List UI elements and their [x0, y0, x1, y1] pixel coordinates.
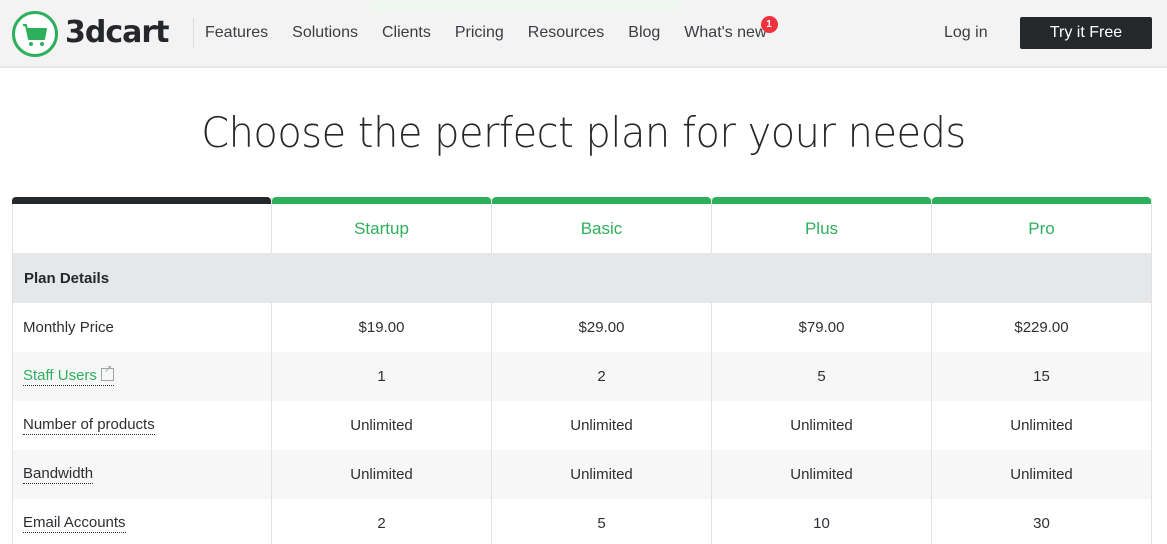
- try-it-free-button[interactable]: Try it Free: [1020, 17, 1152, 49]
- login-link[interactable]: Log in: [944, 24, 988, 42]
- table-cell: 5: [712, 352, 932, 401]
- main-nav: Features Solutions Clients Pricing Resou…: [205, 16, 778, 42]
- table-cell: Unlimited: [712, 401, 932, 450]
- plan-header-basic: Basic: [492, 197, 712, 253]
- table-cell: Unlimited: [932, 401, 1152, 450]
- staff-users-link[interactable]: Staff Users: [23, 364, 114, 386]
- row-label-text: Staff Users: [23, 367, 97, 384]
- nav-divider: [193, 18, 194, 48]
- logo[interactable]: 3dcart: [12, 11, 170, 57]
- table-row: Bandwidth Unlimited Unlimited Unlimited …: [12, 450, 1152, 499]
- header-strip: [370, 0, 682, 13]
- row-label-tooltip[interactable]: Number of products: [23, 416, 155, 435]
- table-row: Staff Users 1 2 5 15: [12, 352, 1152, 401]
- row-label: Email Accounts: [12, 499, 272, 544]
- plan-header-pro: Pro: [932, 197, 1152, 253]
- table-cell: $229.00: [932, 303, 1152, 352]
- nav-resources[interactable]: Resources: [528, 24, 604, 42]
- table-cell: Unlimited: [272, 450, 492, 499]
- table-cell: 15: [932, 352, 1152, 401]
- table-cell: Unlimited: [712, 450, 932, 499]
- nav-solutions[interactable]: Solutions: [292, 24, 358, 42]
- row-label: Monthly Price: [12, 303, 272, 352]
- plan-header-plus: Plus: [712, 197, 932, 253]
- logo-wordmark: 3dcart: [65, 14, 170, 50]
- table-cell: $29.00: [492, 303, 712, 352]
- notification-badge: 1: [760, 16, 778, 33]
- site-header: 3dcart Features Solutions Clients Pricin…: [0, 0, 1167, 68]
- table-cell: Unlimited: [932, 450, 1152, 499]
- plan-header-row: Startup Basic Plus Pro: [12, 197, 1152, 253]
- table-cell: 5: [492, 499, 712, 544]
- table-cell: Unlimited: [272, 401, 492, 450]
- table-row: Monthly Price $19.00 $29.00 $79.00 $229.…: [12, 303, 1152, 352]
- row-label: Number of products: [12, 401, 272, 450]
- table-cell: Unlimited: [492, 401, 712, 450]
- row-label: Bandwidth: [12, 450, 272, 499]
- table-cell: 2: [272, 499, 492, 544]
- table-cell: 10: [712, 499, 932, 544]
- table-row: Number of products Unlimited Unlimited U…: [12, 401, 1152, 450]
- table-cell: $19.00: [272, 303, 492, 352]
- table-row: Email Accounts 2 5 10 30: [12, 499, 1152, 544]
- nav-clients[interactable]: Clients: [382, 24, 431, 42]
- table-cell: 2: [492, 352, 712, 401]
- cart-icon: [12, 11, 58, 57]
- row-label-text: Monthly Price: [23, 319, 114, 336]
- nav-whats-new-label: What's new: [684, 24, 767, 41]
- plan-header-startup: Startup: [272, 197, 492, 253]
- nav-features[interactable]: Features: [205, 24, 268, 42]
- nav-blog[interactable]: Blog: [628, 24, 660, 42]
- nav-pricing[interactable]: Pricing: [455, 24, 504, 42]
- table-cell: 30: [932, 499, 1152, 544]
- external-link-icon: [100, 364, 114, 381]
- table-cell: Unlimited: [492, 450, 712, 499]
- row-label-tooltip[interactable]: Email Accounts: [23, 514, 126, 533]
- table-cell: 1: [272, 352, 492, 401]
- header-blank-cell: [12, 197, 272, 253]
- row-label: Staff Users: [12, 352, 272, 401]
- table-cell: $79.00: [712, 303, 932, 352]
- pricing-table: Startup Basic Plus Pro Plan Details Mont…: [12, 197, 1152, 544]
- page-title: Choose the perfect plan for your needs: [201, 108, 966, 157]
- row-label-tooltip[interactable]: Bandwidth: [23, 465, 94, 484]
- section-plan-details: Plan Details: [12, 253, 1152, 303]
- nav-whats-new[interactable]: What's new 1: [684, 16, 778, 42]
